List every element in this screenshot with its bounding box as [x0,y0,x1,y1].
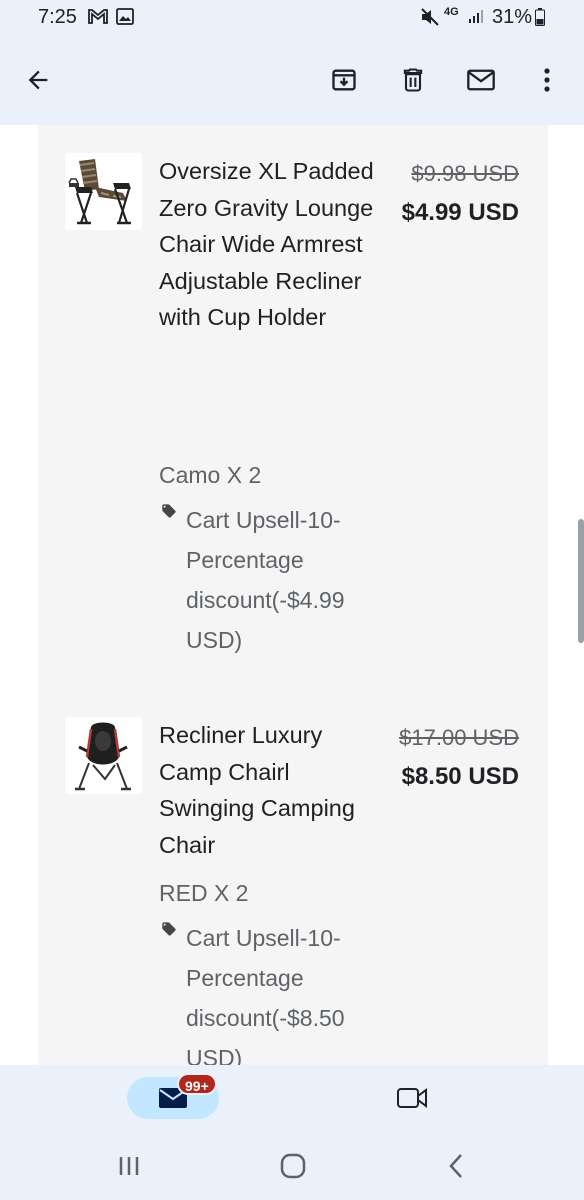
signal-icon [467,8,487,29]
mark-unread-button[interactable] [459,58,503,102]
sale-price: $8.50 USD [401,763,519,790]
bottom-nav: 99+ [0,1065,584,1130]
gallery-notification-icon [116,8,134,30]
delete-icon [403,68,423,92]
archive-button[interactable] [322,58,366,102]
tag-icon [161,921,177,942]
back-button[interactable] [16,58,60,102]
sale-price: $4.99 USD [401,199,519,226]
delete-button[interactable] [391,58,435,102]
product-title[interactable]: Oversize XL Padded Zero Gravity Lounge C… [159,153,379,336]
system-nav-bar [0,1130,584,1200]
more-vert-icon [544,68,550,92]
back-arrow-icon [28,70,48,90]
camp-chair-image [65,717,142,794]
battery-icon [535,8,545,31]
gmail-notification-icon [88,8,108,29]
home-button[interactable] [269,1148,317,1184]
product-image[interactable] [65,153,142,230]
mute-icon [420,8,440,31]
email-content[interactable]: Oversize XL Padded Zero Gravity Lounge C… [0,125,584,1065]
video-camera-icon [397,1088,427,1108]
discount-text: Cart Upsell-10-Percentage discount(-$8.5… [186,925,345,1065]
discount-text: Cart Upsell-10-Percentage discount(-$4.9… [186,507,345,653]
chevron-left-icon [449,1154,462,1178]
product-image[interactable] [65,717,142,794]
nav-meet-button[interactable] [388,1077,436,1119]
status-time: 7:25 [38,6,77,28]
original-price: $17.00 USD [399,725,519,750]
battery-percent: 31% [492,6,533,28]
variant-quantity: RED X 2 [159,880,249,906]
variant-quantity: Camo X 2 [159,462,262,488]
network-type: 4G [444,6,459,18]
unread-badge: 99+ [177,1073,217,1095]
status-bar: 7:25 4G 31% [0,0,584,38]
order-card: Oversize XL Padded Zero Gravity Lounge C… [38,125,548,1065]
home-icon [280,1153,306,1179]
mark-unread-icon [467,69,495,91]
app-bar [0,38,584,125]
recent-apps-icon [119,1157,139,1175]
system-back-button[interactable] [432,1148,480,1184]
tag-icon [161,503,177,524]
zero-gravity-chair-image [65,153,142,230]
more-options-button[interactable] [525,58,569,102]
product-title[interactable]: Recliner Luxury Camp Chairl Swinging Cam… [159,717,379,863]
recent-apps-button[interactable] [105,1148,153,1184]
scrollbar[interactable] [578,519,584,643]
archive-icon [332,69,356,91]
original-price: $9.98 USD [411,161,519,186]
